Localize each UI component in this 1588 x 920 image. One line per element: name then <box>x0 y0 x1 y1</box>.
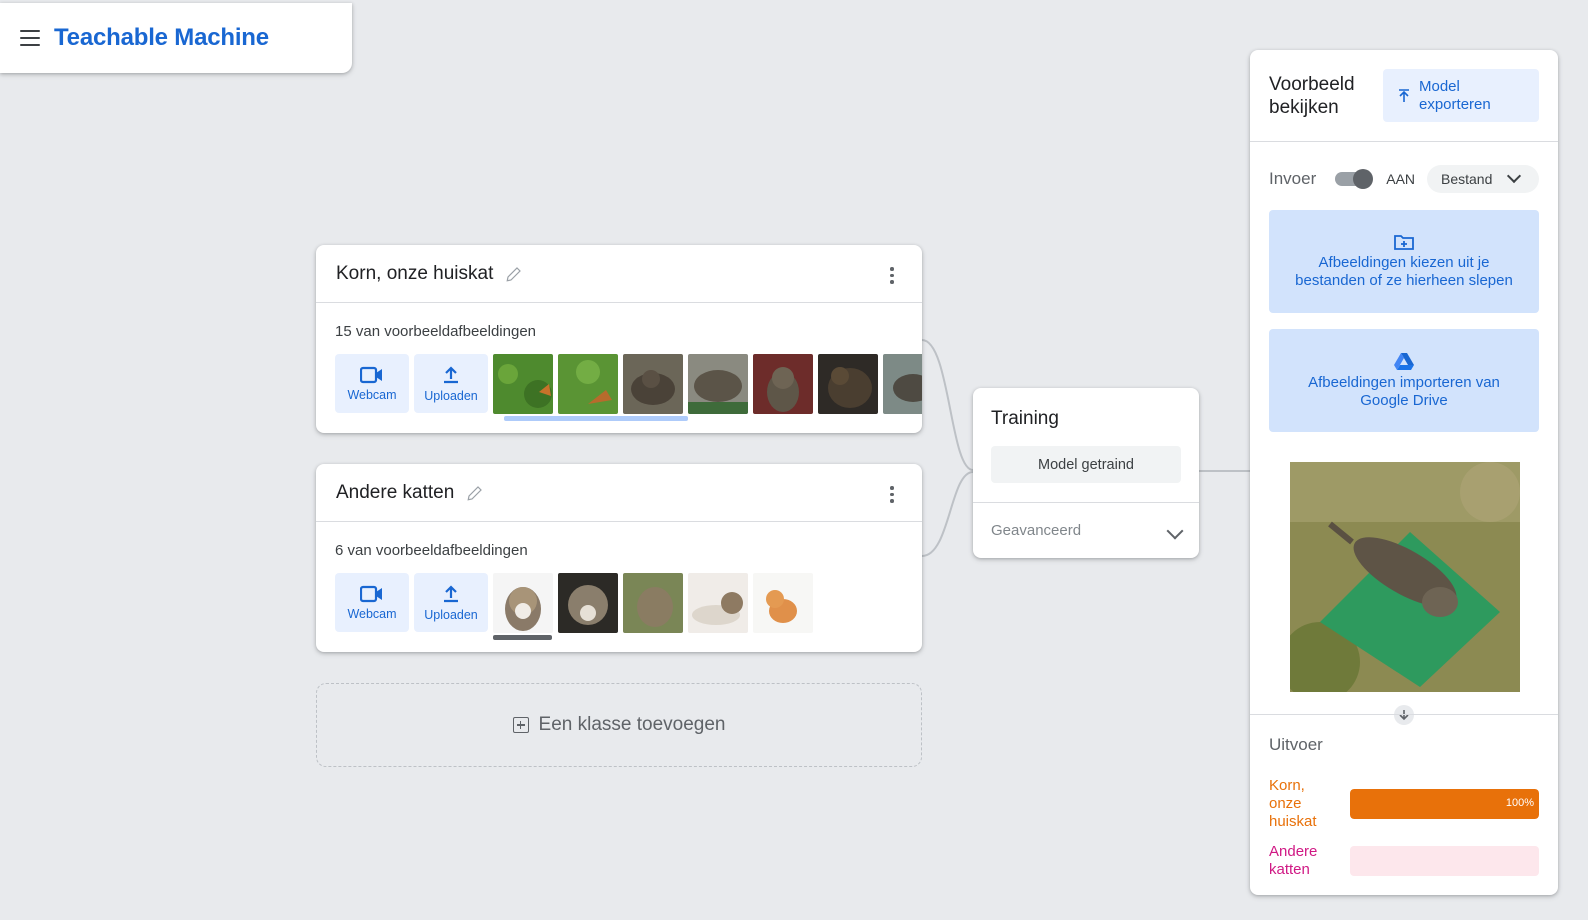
upload-icon <box>444 365 458 383</box>
webcam-icon <box>360 585 382 602</box>
output-bar <box>1349 846 1539 876</box>
sample-thumbnail[interactable] <box>558 573 618 633</box>
class-card-header: Andere katten <box>316 464 922 522</box>
sample-thumbnail[interactable] <box>688 573 748 633</box>
sample-thumbnail[interactable] <box>688 354 748 414</box>
sample-thumbnail[interactable] <box>883 354 922 414</box>
output-label: Andere katten <box>1269 843 1318 878</box>
drive-import-button[interactable]: Afbeeldingen importeren van Google Drive <box>1269 329 1539 432</box>
sample-thumbnail[interactable] <box>623 573 683 633</box>
upload-button[interactable]: Uploaden <box>414 354 488 413</box>
training-title: Training <box>991 408 1059 429</box>
arrow-down-icon <box>1394 705 1414 725</box>
sample-thumbnail[interactable] <box>753 354 813 414</box>
add-class-button[interactable]: Een klasse toevoegen <box>316 683 922 767</box>
sample-count: 15 van voorbeeldafbeeldingen <box>335 323 536 340</box>
webcam-button[interactable]: Webcam <box>335 573 409 632</box>
preview-header: Voorbeeld bekijken Model exporteren <box>1250 50 1558 142</box>
samples-row: Webcam Uploaden <box>335 354 922 414</box>
samples-scrollbar[interactable] <box>504 416 688 421</box>
export-model-button[interactable]: Model exporteren <box>1383 69 1539 122</box>
chevron-down-icon <box>1166 522 1184 540</box>
add-box-icon <box>512 717 529 733</box>
sample-count: 6 van voorbeeldafbeeldingen <box>335 542 528 559</box>
sample-thumbnail[interactable] <box>558 354 618 414</box>
webcam-button[interactable]: Webcam <box>335 354 409 413</box>
sample-thumbnail[interactable] <box>818 354 878 414</box>
class-card-korn: Korn, onze huiskat 15 van voorbeeldafbee… <box>316 245 922 433</box>
output-section: Uitvoer Korn, onze huiskat 100% Andere k… <box>1250 714 1558 878</box>
output-row: Korn, onze huiskat 100% <box>1269 777 1539 831</box>
upload-button[interactable]: Uploaden <box>414 573 488 632</box>
class-name[interactable]: Andere katten <box>336 482 454 504</box>
input-source-select[interactable]: Bestand <box>1427 165 1539 193</box>
toggle-state: AAN <box>1386 171 1416 187</box>
preview-image <box>1290 462 1520 692</box>
preview-title: Voorbeeld bekijken <box>1269 74 1355 118</box>
output-bar: 100% <box>1349 789 1539 819</box>
webcam-icon <box>360 366 382 383</box>
sample-thumbnail[interactable] <box>753 573 813 633</box>
advanced-toggle[interactable]: Geavanceerd <box>973 502 1199 558</box>
input-label: Invoer <box>1269 169 1317 188</box>
file-drop-zone[interactable]: Afbeeldingen kiezen uit je bestanden of … <box>1269 210 1539 313</box>
output-title: Uitvoer <box>1269 735 1323 754</box>
samples-scrollbar[interactable] <box>493 635 552 640</box>
google-drive-icon <box>1394 352 1414 370</box>
sample-thumbnail[interactable] <box>493 573 553 633</box>
class-card-header: Korn, onze huiskat <box>316 245 922 303</box>
preview-panel: Voorbeeld bekijken Model exporteren Invo… <box>1250 50 1558 895</box>
input-row: Invoer AAN Bestand <box>1269 164 1539 194</box>
train-model-button[interactable]: Model getraind <box>991 446 1181 483</box>
output-row: Andere katten <box>1269 843 1539 879</box>
more-options-icon[interactable] <box>890 267 894 284</box>
sample-thumbnail[interactable] <box>623 354 683 414</box>
sample-thumbnail[interactable] <box>493 354 553 414</box>
class-name[interactable]: Korn, onze huiskat <box>336 263 493 285</box>
samples-row: Webcam Uploaden <box>335 573 922 633</box>
class-card-andere: Andere katten 6 van voorbeeldafbeeldinge… <box>316 464 922 652</box>
export-upload-icon <box>1399 88 1409 102</box>
edit-pencil-icon[interactable] <box>505 265 523 283</box>
more-options-icon[interactable] <box>890 486 894 503</box>
training-card: Training Model getraind Geavanceerd <box>973 388 1199 558</box>
output-percent: 100% <box>1505 797 1534 809</box>
folder-add-icon <box>1394 234 1414 250</box>
edit-pencil-icon[interactable] <box>466 484 484 502</box>
upload-icon <box>444 584 458 602</box>
input-toggle[interactable] <box>1335 169 1374 189</box>
output-label: Korn, onze huiskat <box>1269 777 1317 830</box>
chevron-down-icon <box>1506 168 1522 184</box>
